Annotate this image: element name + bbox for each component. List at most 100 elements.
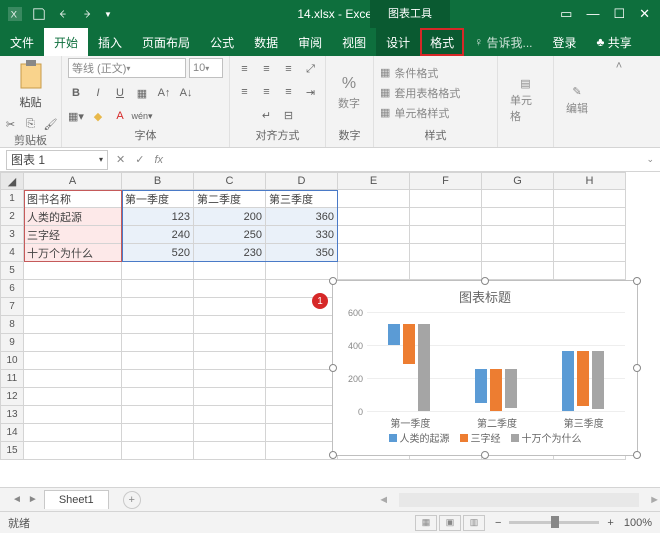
cell[interactable] [194,334,266,352]
cell[interactable] [482,190,554,208]
zoom-in-button[interactable]: + [607,517,613,529]
format-painter-icon[interactable]: 🖌 [43,116,59,132]
resize-handle[interactable] [329,364,337,372]
formula-expand-icon[interactable]: ⌄ [646,154,660,165]
cell[interactable]: 230 [194,244,266,262]
font-decrease-button[interactable]: A↓ [178,85,194,101]
tell-me[interactable]: ♀ 告诉我... [464,28,542,56]
tab-file[interactable]: 文件 [0,28,44,56]
resize-handle[interactable] [481,277,489,285]
cell[interactable] [24,352,122,370]
cell[interactable]: 人类的起源 [24,208,122,226]
horizontal-scrollbar[interactable] [399,493,639,507]
scroll-right-icon[interactable]: ► [649,494,660,506]
sheet-nav-next-icon[interactable]: ► [28,494,38,505]
table-format-button[interactable]: ▦套用表格格式 [380,85,460,101]
row-header[interactable]: 13 [0,406,24,424]
chart-bar[interactable] [577,351,589,406]
cell[interactable] [338,208,410,226]
cell[interactable] [266,262,338,280]
row-header[interactable]: 12 [0,388,24,406]
cell[interactable] [194,370,266,388]
cell[interactable] [122,316,194,334]
name-box[interactable]: 图表 1▾ [6,150,108,170]
border-button[interactable]: ▦ [134,85,150,101]
cell[interactable] [24,334,122,352]
align-middle-icon[interactable]: ≡ [259,61,275,77]
row-header[interactable]: 8 [0,316,24,334]
cell[interactable] [410,190,482,208]
cell[interactable] [194,406,266,424]
resize-handle[interactable] [633,364,641,372]
cell[interactable] [194,280,266,298]
cell[interactable] [554,262,626,280]
cell[interactable] [194,298,266,316]
cell[interactable] [266,370,338,388]
undo-icon[interactable] [56,7,70,21]
save-icon[interactable] [32,7,46,21]
column-header[interactable]: C [194,172,266,190]
column-header[interactable]: A [24,172,122,190]
cell[interactable] [266,388,338,406]
cell[interactable] [554,208,626,226]
slider-thumb[interactable] [551,516,559,528]
sheet-tab[interactable]: Sheet1 [44,490,109,509]
cells-button[interactable]: ▤单元格 [504,73,547,128]
cell[interactable] [554,190,626,208]
font-color-button[interactable]: A [112,108,128,124]
font-increase-button[interactable]: A↑ [156,85,172,101]
cell[interactable]: 360 [266,208,338,226]
cell[interactable] [266,316,338,334]
cell[interactable] [410,262,482,280]
resize-handle[interactable] [633,451,641,459]
cell[interactable] [482,208,554,226]
cell[interactable]: 240 [122,226,194,244]
cell[interactable] [122,298,194,316]
cell[interactable] [338,244,410,262]
tab-data[interactable]: 数据 [244,28,288,56]
cell[interactable]: 第三季度 [266,190,338,208]
cell[interactable] [482,244,554,262]
cell[interactable]: 三字经 [24,226,122,244]
minimize-icon[interactable]: — [586,6,599,22]
cell[interactable] [554,226,626,244]
row-header[interactable]: 10 [0,352,24,370]
cell[interactable]: 十万个为什么 [24,244,122,262]
zoom-value[interactable]: 100% [624,517,652,529]
zoom-out-button[interactable]: − [495,517,501,529]
column-header[interactable]: F [410,172,482,190]
tab-review[interactable]: 审阅 [288,28,332,56]
view-page-layout-icon[interactable]: ▣ [439,515,461,531]
view-page-break-icon[interactable]: ▥ [463,515,485,531]
cell[interactable] [338,262,410,280]
cell[interactable] [194,388,266,406]
select-all-corner[interactable]: ◢ [0,172,24,190]
column-header[interactable]: E [338,172,410,190]
cell[interactable]: 330 [266,226,338,244]
copy-icon[interactable]: ⎘ [23,116,39,132]
resize-handle[interactable] [329,451,337,459]
zoom-slider[interactable] [509,521,599,524]
orientation-icon[interactable]: ⤢ [303,61,319,77]
cell[interactable] [266,406,338,424]
cell[interactable] [122,388,194,406]
font-name-select[interactable]: 等线 (正文) ▾ [68,58,186,78]
cell[interactable]: 图书名称 [24,190,122,208]
cell[interactable] [122,424,194,442]
cell[interactable] [338,226,410,244]
align-left-icon[interactable]: ≡ [237,84,253,100]
cell[interactable] [410,244,482,262]
cell[interactable]: 123 [122,208,194,226]
row-header[interactable]: 6 [0,280,24,298]
cell-styles-button[interactable]: ▦单元格样式 [380,105,460,121]
cell[interactable] [122,406,194,424]
cell[interactable] [24,280,122,298]
view-normal-icon[interactable]: ▦ [415,515,437,531]
legend-item[interactable]: 人类的起源 [389,430,450,445]
align-right-icon[interactable]: ≡ [281,84,297,100]
row-header[interactable]: 4 [0,244,24,262]
cell[interactable] [24,298,122,316]
indent-icon[interactable]: ⇥ [303,84,319,100]
row-header[interactable]: 14 [0,424,24,442]
cell[interactable] [24,262,122,280]
